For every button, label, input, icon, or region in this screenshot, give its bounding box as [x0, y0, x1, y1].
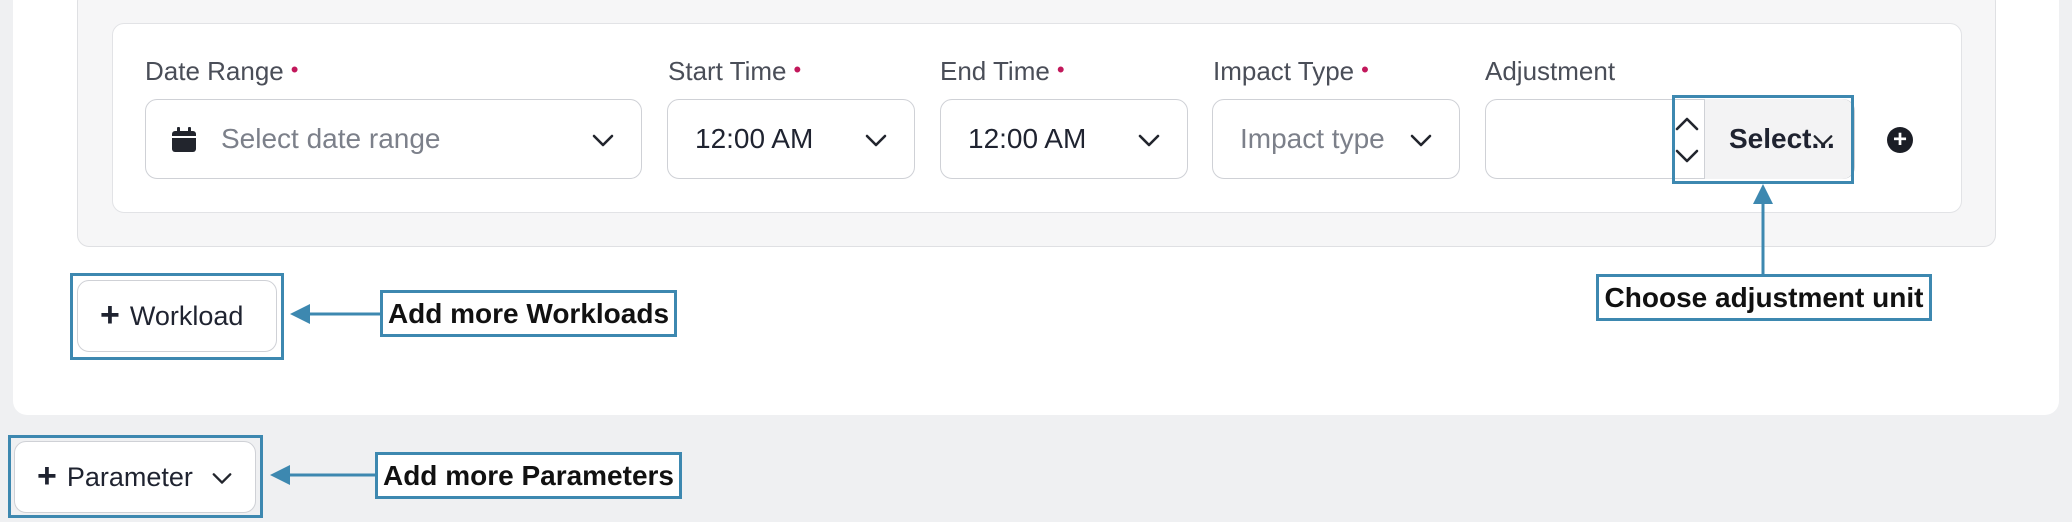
impact-type-label: Impact Type • [1213, 56, 1369, 86]
chevron-down-icon [1138, 134, 1160, 147]
chevron-down-icon [592, 134, 614, 147]
end-time-select[interactable]: 12:00 AM [940, 99, 1188, 179]
parameter-highlight [8, 435, 263, 518]
impact-type-select[interactable]: Impact type [1212, 99, 1460, 179]
start-time-value: 12:00 AM [695, 123, 814, 154]
adjustment-unit-callout: Choose adjustment unit [1596, 274, 1932, 321]
date-range-placeholder: Select date range [221, 123, 441, 154]
chevron-down-icon [1410, 134, 1432, 147]
workloads-callout: Add more Workloads [380, 290, 677, 337]
calendar-icon [172, 127, 196, 152]
workload-highlight [70, 273, 284, 360]
start-time-label: Start Time • [668, 56, 802, 86]
date-range-label: Date Range • [145, 56, 299, 86]
end-time-label: End Time • [940, 56, 1065, 86]
start-time-select[interactable]: 12:00 AM [667, 99, 915, 179]
date-range-select[interactable]: Select date range [145, 99, 642, 179]
adjustment-label: Adjustment [1485, 56, 1616, 86]
plus-circle-icon[interactable]: + [1887, 127, 1913, 153]
chevron-down-icon [865, 134, 887, 147]
adjustment-unit-highlight [1672, 95, 1854, 184]
impact-type-placeholder: Impact type [1240, 123, 1385, 154]
parameters-callout: Add more Parameters [375, 452, 682, 499]
end-time-value: 12:00 AM [968, 123, 1087, 154]
